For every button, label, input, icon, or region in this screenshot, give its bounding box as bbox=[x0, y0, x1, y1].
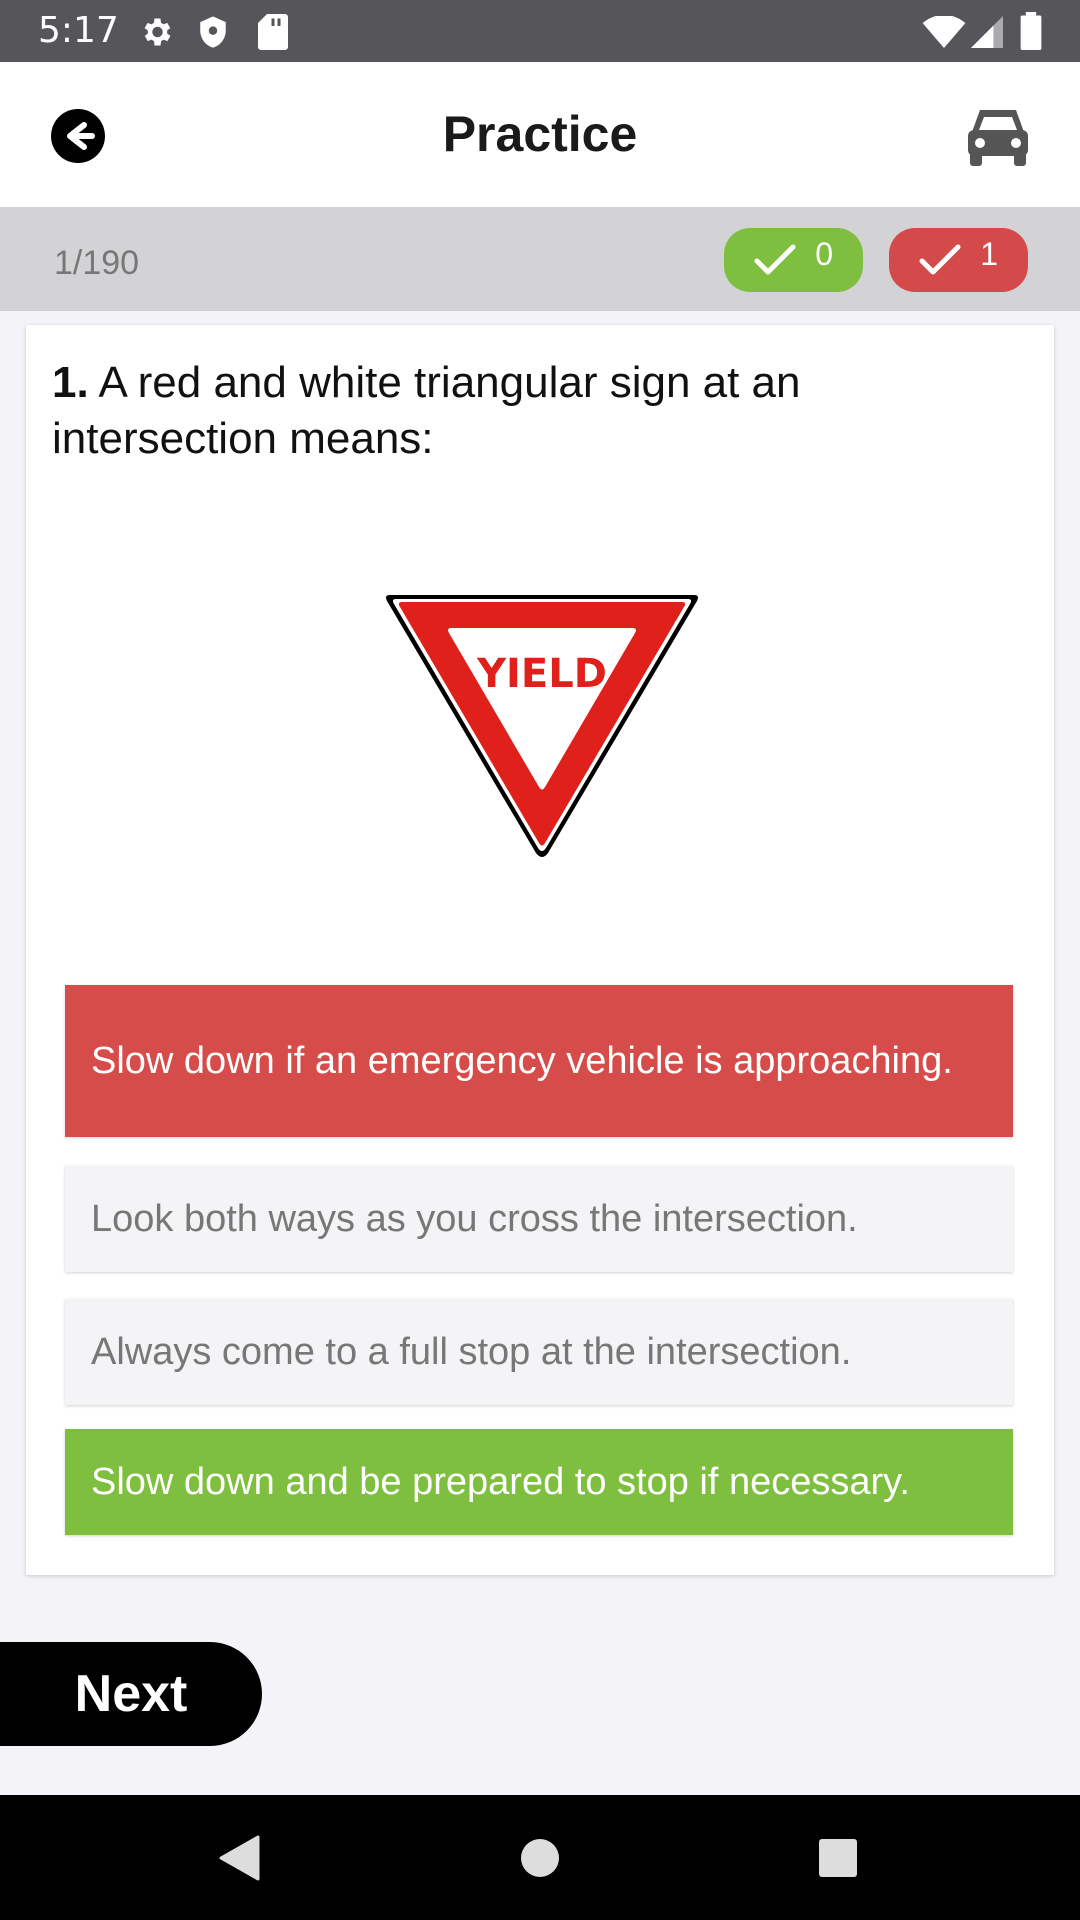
check-icon bbox=[754, 244, 796, 275]
car-icon bbox=[968, 110, 1028, 166]
sd-card-icon bbox=[258, 14, 288, 55]
check-icon bbox=[919, 244, 961, 275]
wifi-icon bbox=[922, 14, 966, 53]
question-body: A red and white triangular sign at an in… bbox=[52, 358, 801, 463]
yield-sign-image: YIELD bbox=[382, 587, 702, 859]
square-recents-icon bbox=[819, 1839, 857, 1877]
nav-home-button[interactable] bbox=[520, 1838, 560, 1883]
answer-option-3[interactable]: Always come to a full stop at the inters… bbox=[65, 1299, 1013, 1405]
nav-back-button[interactable] bbox=[218, 1835, 260, 1886]
answer-option-2[interactable]: Look both ways as you cross the intersec… bbox=[65, 1166, 1013, 1272]
answer-option-1[interactable]: Slow down if an emergency vehicle is app… bbox=[65, 985, 1013, 1137]
answer-option-1-text: Slow down if an emergency vehicle is app… bbox=[91, 1039, 953, 1082]
car-button[interactable] bbox=[966, 106, 1030, 168]
answer-option-4[interactable]: Slow down and be prepared to stop if nec… bbox=[65, 1429, 1013, 1535]
question-counter: 1/190 bbox=[54, 244, 140, 282]
settings-icon bbox=[138, 14, 174, 55]
progress-bar: 1/190 0 1 bbox=[0, 207, 1080, 311]
question-card: 1. A red and white triangular sign at an… bbox=[26, 325, 1054, 1575]
wrong-count-badge: 1 bbox=[889, 228, 1028, 292]
nav-recents-button[interactable] bbox=[818, 1838, 858, 1883]
status-bar: 5:17 bbox=[0, 0, 1080, 62]
correct-count-badge: 0 bbox=[724, 228, 863, 292]
shield-icon bbox=[196, 14, 230, 55]
circle-home-icon bbox=[521, 1839, 559, 1877]
wrong-count: 1 bbox=[980, 236, 998, 272]
question-number: 1. bbox=[52, 358, 89, 407]
battery-icon bbox=[1020, 12, 1042, 55]
yield-sign-label: YIELD bbox=[476, 651, 607, 697]
page-title: Practice bbox=[442, 106, 638, 162]
correct-count: 0 bbox=[815, 236, 833, 272]
triangle-back-icon bbox=[219, 1835, 260, 1881]
answer-option-3-text: Always come to a full stop at the inters… bbox=[91, 1330, 852, 1373]
question-text: 1. A red and white triangular sign at an… bbox=[52, 355, 1012, 467]
next-button[interactable]: Next bbox=[0, 1642, 262, 1746]
app-bar: Practice bbox=[0, 62, 1080, 207]
answer-option-4-text: Slow down and be prepared to stop if nec… bbox=[91, 1460, 910, 1503]
signal-icon bbox=[970, 16, 1004, 53]
status-time: 5:17 bbox=[38, 10, 119, 51]
answer-option-2-text: Look both ways as you cross the intersec… bbox=[91, 1197, 858, 1240]
system-nav-bar bbox=[0, 1795, 1080, 1920]
